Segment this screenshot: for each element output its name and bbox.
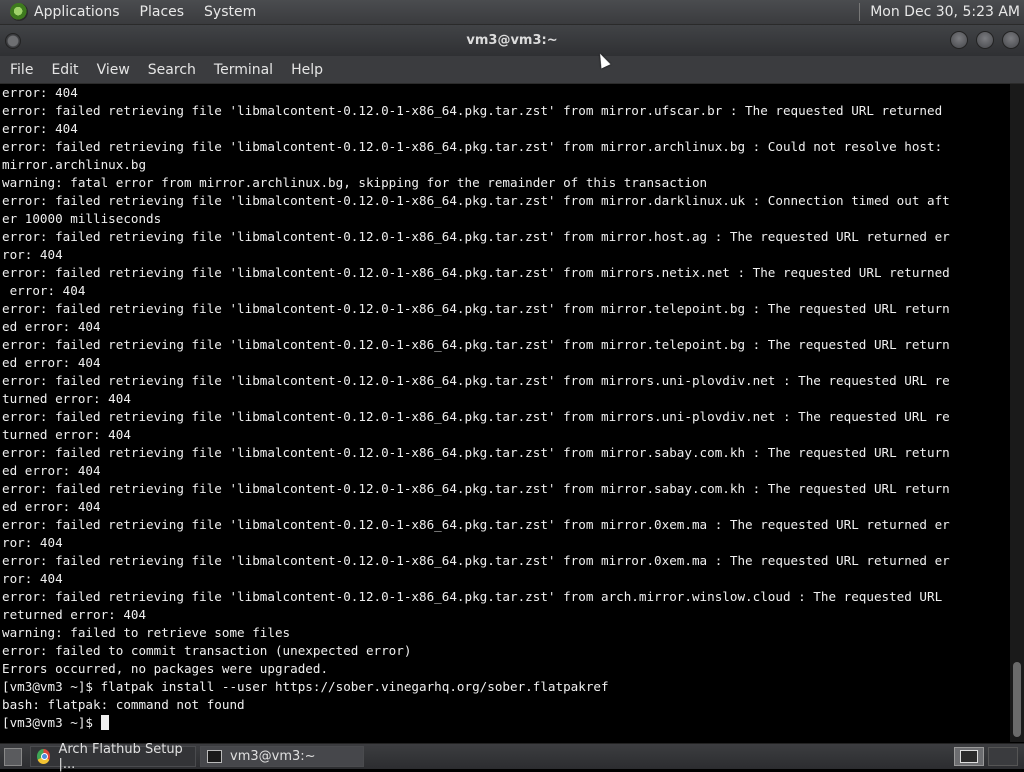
terminal-prompt-line[interactable]: [vm3@vm3 ~]$ (2, 714, 1010, 732)
terminal-line: bash: flatpak: command not found (2, 697, 245, 712)
places-menu[interactable]: Places (140, 4, 185, 20)
terminal-line: error: failed retrieving file 'libmalcon… (2, 409, 950, 424)
terminal-line: ror: 404 (2, 247, 63, 262)
terminal-line: [vm3@vm3 ~]$ flatpak install --user http… (2, 679, 609, 694)
terminal-line: error: 404 (2, 283, 86, 298)
terminal-line: error: failed retrieving file 'libmalcon… (2, 517, 950, 532)
terminal-line: error: failed retrieving file 'libmalcon… (2, 193, 950, 208)
terminal-line: error: failed retrieving file 'libmalcon… (2, 139, 943, 154)
workspace-1[interactable] (954, 747, 984, 766)
terminal-line: ror: 404 (2, 571, 63, 586)
terminal-line: error: failed retrieving file 'libmalcon… (2, 373, 950, 388)
terminal-line: error: failed retrieving file 'libmalcon… (2, 265, 950, 280)
menu-terminal[interactable]: Terminal (214, 62, 273, 78)
terminal-line: ed error: 404 (2, 499, 101, 514)
terminal-line: error: failed retrieving file 'libmalcon… (2, 301, 950, 316)
menu-search[interactable]: Search (148, 62, 196, 78)
terminal-line: er 10000 milliseconds (2, 211, 162, 226)
text-cursor (100, 715, 109, 730)
terminal-line: ed error: 404 (2, 463, 101, 478)
terminal-line: error: failed retrieving file 'libmalcon… (2, 103, 943, 118)
close-button[interactable] (1002, 31, 1020, 49)
menu-edit[interactable]: Edit (51, 62, 78, 78)
maximize-button[interactable] (976, 31, 994, 49)
task-browser-label: Arch Flathub Setup |... (58, 741, 183, 772)
terminal-line: error: failed retrieving file 'libmalcon… (2, 337, 950, 352)
task-terminal[interactable]: vm3@vm3:~ (200, 746, 364, 767)
window-menu-icon[interactable] (5, 33, 21, 49)
terminal-line: ror: 404 (2, 535, 63, 550)
task-browser[interactable]: Arch Flathub Setup |... (30, 742, 196, 772)
terminal-line: turned error: 404 (2, 427, 131, 442)
terminal-output[interactable]: error: 404 error: failed retrieving file… (0, 84, 1010, 742)
terminal-menubar: File Edit View Search Terminal Help (0, 56, 1024, 84)
terminal-line: mirror.archlinux.bg (2, 157, 147, 172)
terminal-scrollbar[interactable] (1010, 84, 1024, 742)
terminal-line: error: failed retrieving file 'libmalcon… (2, 445, 950, 460)
terminal-line: returned error: 404 (2, 607, 147, 622)
window-title: vm3@vm3:~ (466, 33, 558, 48)
minimize-button[interactable] (950, 31, 968, 49)
terminal-line: error: 404 (2, 121, 78, 136)
show-desktop-icon[interactable] (4, 747, 22, 766)
chrome-icon (37, 749, 51, 764)
terminal-line: error: failed retrieving file 'libmalcon… (2, 229, 950, 244)
menu-help[interactable]: Help (291, 62, 323, 78)
task-terminal-label: vm3@vm3:~ (230, 749, 316, 764)
menu-file[interactable]: File (10, 62, 33, 78)
terminal-icon (207, 750, 222, 763)
terminal-line: error: failed retrieving file 'libmalcon… (2, 481, 950, 496)
terminal-line: turned error: 404 (2, 391, 131, 406)
bottom-taskbar: Arch Flathub Setup |... vm3@vm3:~ (0, 742, 1024, 772)
clock[interactable]: Mon Dec 30, 5:23 AM (870, 4, 1020, 20)
terminal-line: Errors occurred, no packages were upgrad… (2, 661, 329, 676)
terminal-line: error: failed retrieving file 'libmalcon… (2, 553, 950, 568)
terminal-line: ed error: 404 (2, 355, 101, 370)
scrollbar-thumb[interactable] (1013, 662, 1021, 737)
panel-separator (859, 3, 861, 21)
system-menu[interactable]: System (204, 4, 256, 20)
terminal-line: error: 404 (2, 85, 78, 100)
terminal-line: warning: fatal error from mirror.archlin… (2, 175, 708, 190)
terminal-line: error: failed to commit transaction (une… (2, 643, 412, 658)
applications-menu[interactable]: Applications (34, 4, 120, 20)
window-titlebar[interactable]: vm3@vm3:~ (0, 25, 1024, 56)
terminal-line: warning: failed to retrieve some files (2, 625, 291, 640)
top-panel: Applications Places System Mon Dec 30, 5… (0, 0, 1024, 25)
terminal-line: error: failed retrieving file 'libmalcon… (2, 589, 943, 604)
menu-view[interactable]: View (97, 62, 130, 78)
terminal-line: ed error: 404 (2, 319, 101, 334)
workspace-window-icon (960, 750, 978, 763)
terminal-prompt: [vm3@vm3 ~]$ (2, 715, 101, 730)
distro-logo-icon[interactable] (10, 3, 28, 21)
workspace-2[interactable] (988, 747, 1018, 766)
